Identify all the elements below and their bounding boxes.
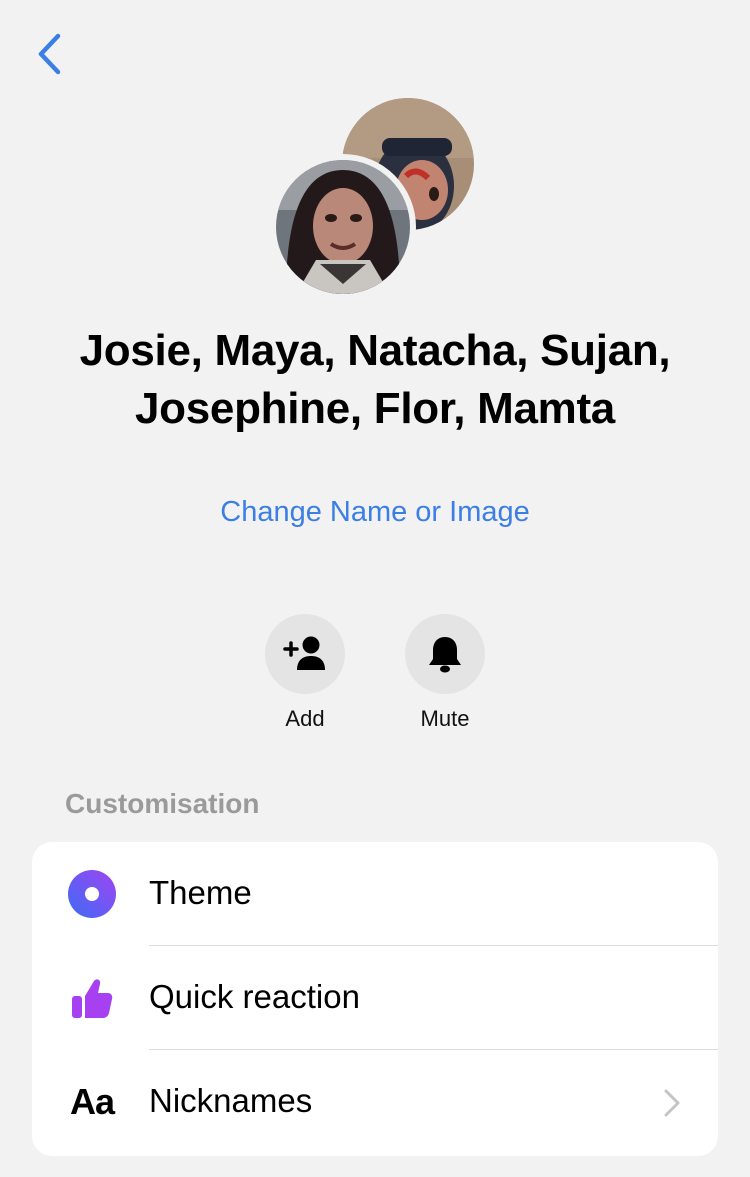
add-label: Add bbox=[285, 706, 325, 731]
conversation-title: Josie, Maya, Natacha, Sujan, Josephine, … bbox=[0, 322, 750, 438]
add-button-circle[interactable] bbox=[265, 614, 345, 694]
nicknames-row[interactable]: Aa Nicknames bbox=[32, 1050, 718, 1154]
chevron-left-icon bbox=[38, 33, 61, 75]
quick-reaction-label: Quick reaction bbox=[149, 978, 360, 1015]
mute-label: Mute bbox=[420, 706, 470, 731]
theme-row[interactable]: Theme bbox=[32, 842, 718, 946]
conversation-title-line: Josie, Maya, Natacha, Sujan, bbox=[79, 326, 671, 375]
customisation-card: Theme Quick reaction Aa Nicknames bbox=[32, 842, 718, 1156]
mute-button[interactable]: Mute bbox=[405, 614, 485, 732]
quick-reaction-row[interactable]: Quick reaction bbox=[32, 946, 718, 1050]
thumbs-up-icon bbox=[66, 972, 118, 1024]
section-title-customisation: Customisation bbox=[65, 788, 260, 819]
mute-button-circle[interactable] bbox=[405, 614, 485, 694]
change-name-or-image-link[interactable]: Change Name or Image bbox=[0, 496, 750, 529]
conversation-title-line: Josephine, Flor, Mamta bbox=[135, 384, 615, 433]
nicknames-label: Nicknames bbox=[149, 1082, 313, 1119]
theme-label: Theme bbox=[149, 874, 252, 911]
nicknames-aa-icon: Aa bbox=[69, 1081, 115, 1122]
chevron-right-icon bbox=[664, 1089, 680, 1117]
member-avatar bbox=[276, 160, 410, 294]
add-person-icon bbox=[283, 636, 325, 670]
bell-icon bbox=[429, 637, 461, 673]
add-button[interactable]: Add bbox=[265, 614, 345, 732]
theme-icon bbox=[66, 868, 118, 920]
back-button[interactable] bbox=[30, 30, 70, 78]
group-avatar[interactable] bbox=[270, 96, 480, 302]
